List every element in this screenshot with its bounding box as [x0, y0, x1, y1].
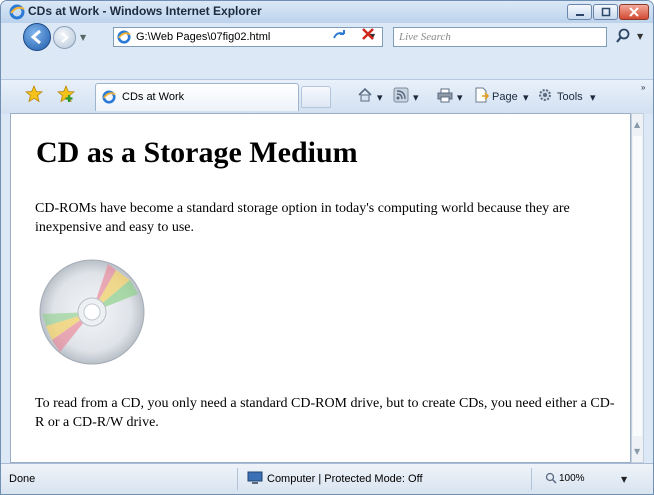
- refresh-button[interactable]: [332, 29, 348, 47]
- zoom-dropdown[interactable]: ▼: [621, 475, 627, 484]
- stop-button[interactable]: [361, 27, 375, 45]
- page-menu[interactable]: Page: [492, 91, 518, 103]
- search-box[interactable]: Live Search: [393, 27, 607, 47]
- status-divider: [531, 468, 532, 490]
- address-text[interactable]: G:\Web Pages\07fig02.html: [136, 31, 270, 43]
- zoom-level[interactable]: 100%: [559, 473, 585, 484]
- toolbar-overflow-chevron[interactable]: »: [641, 83, 645, 92]
- close-button[interactable]: [619, 4, 649, 20]
- scroll-thumb[interactable]: [633, 136, 642, 436]
- status-divider: [237, 468, 238, 490]
- favorites-star-icon[interactable]: [25, 85, 43, 103]
- scroll-up-arrow[interactable]: ▲: [634, 120, 640, 129]
- scroll-down-arrow[interactable]: ▼: [634, 447, 640, 456]
- status-text: Done: [9, 473, 36, 485]
- page-favicon-icon: [117, 30, 131, 44]
- tools-gear-icon[interactable]: [537, 87, 553, 103]
- print-dropdown[interactable]: ▾: [457, 91, 463, 104]
- paragraph-drives: To read from a CD, you only need a stand…: [35, 396, 615, 430]
- home-dropdown[interactable]: ▾: [377, 91, 383, 104]
- feeds-dropdown[interactable]: ▾: [413, 91, 419, 104]
- page-content: CD as a Storage Medium CD-ROMs have beco…: [10, 113, 631, 463]
- back-button[interactable]: [23, 23, 51, 51]
- print-icon[interactable]: [437, 87, 453, 103]
- page-dropdown[interactable]: ▾: [523, 91, 529, 104]
- search-icon[interactable]: [615, 27, 631, 45]
- vertical-scrollbar[interactable]: ▲ ▼: [631, 113, 644, 463]
- paragraph-intro: CD-ROMs have become a standard storage o…: [35, 201, 570, 235]
- page-heading: CD as a Storage Medium: [36, 136, 358, 169]
- minimize-icon: [575, 14, 584, 16]
- back-arrow-icon: [30, 29, 41, 45]
- refresh-icon: [333, 30, 345, 39]
- search-placeholder[interactable]: Live Search: [399, 31, 451, 43]
- forward-arrow-icon: [61, 32, 69, 43]
- tab-favicon-icon: [102, 90, 116, 104]
- maximize-icon: [601, 7, 610, 17]
- feeds-icon[interactable]: [393, 87, 409, 103]
- forward-button[interactable]: [53, 26, 76, 49]
- tab-cds-at-work[interactable]: CDs at Work: [95, 83, 299, 111]
- new-tab-button[interactable]: [301, 86, 331, 108]
- status-bar: Done Computer | Protected Mode: Off 100%…: [1, 463, 653, 494]
- stop-icon: [362, 28, 374, 40]
- cd-disc-image: [39, 259, 145, 365]
- home-icon[interactable]: [357, 87, 373, 103]
- security-zone-text[interactable]: Computer | Protected Mode: Off: [267, 473, 423, 485]
- add-favorites-icon[interactable]: [57, 85, 75, 103]
- tools-dropdown[interactable]: ▾: [590, 91, 596, 104]
- search-options-dropdown[interactable]: ▼: [637, 32, 643, 41]
- ie-icon: [9, 4, 25, 20]
- zoom-icon[interactable]: [545, 472, 557, 484]
- close-icon: [629, 7, 639, 17]
- tab-label[interactable]: CDs at Work: [122, 91, 184, 103]
- minimize-button[interactable]: [567, 4, 592, 20]
- page-icon[interactable]: [473, 87, 489, 103]
- maximize-button[interactable]: [593, 4, 618, 20]
- window-title: CDs at Work - Windows Internet Explorer: [28, 4, 262, 18]
- computer-zone-icon: [247, 471, 263, 484]
- title-bar: CDs at Work - Windows Internet Explorer: [1, 1, 653, 23]
- recent-pages-dropdown[interactable]: ▼: [80, 33, 86, 42]
- browser-window: CDs at Work - Windows Internet Explorer …: [0, 0, 654, 495]
- tools-menu[interactable]: Tools: [557, 91, 583, 103]
